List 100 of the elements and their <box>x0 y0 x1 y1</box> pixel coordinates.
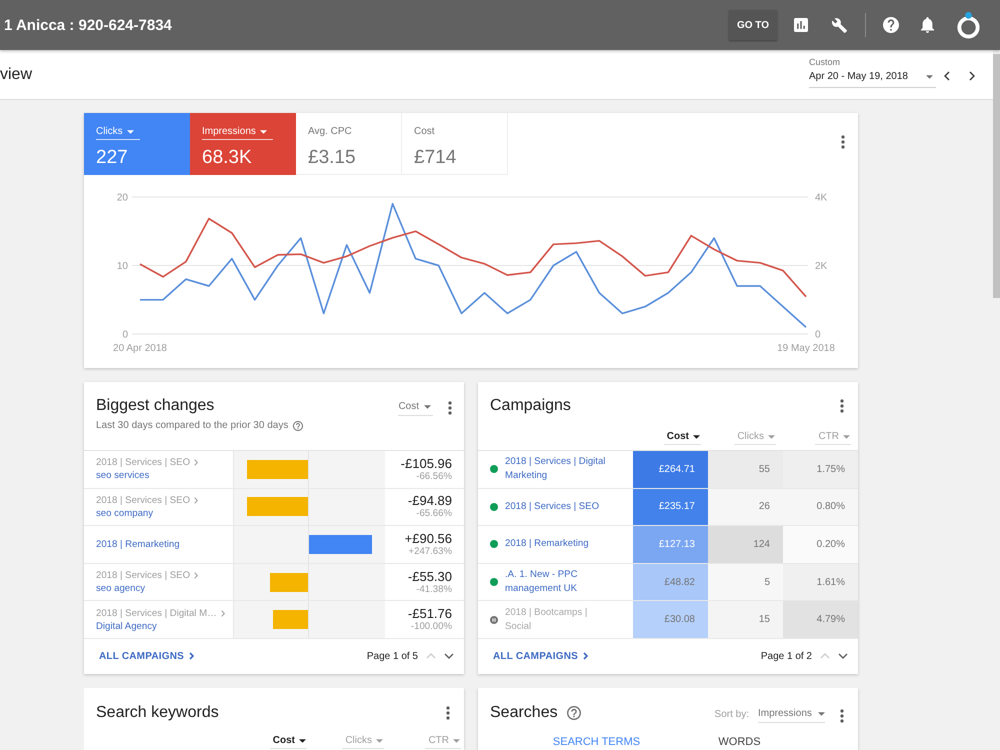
metric-tab[interactable]: Impressions 68.3K <box>190 113 296 175</box>
chevron-right-icon <box>194 459 198 466</box>
campaign-link[interactable]: 2018 | Remarketing <box>96 538 231 551</box>
change-amount: +£90.56 <box>404 530 452 546</box>
caret-icon <box>376 738 383 742</box>
page-title: view <box>0 66 32 84</box>
caret-icon <box>126 130 134 134</box>
table-cell: 1.75% <box>783 451 858 488</box>
page-indicator: Page 1 of 5 <box>366 650 418 662</box>
chevron-right-icon <box>220 610 225 617</box>
more-icon[interactable] <box>840 399 844 413</box>
bar-chart-icon[interactable] <box>794 18 808 32</box>
more-icon[interactable] <box>448 400 452 414</box>
bell-icon[interactable] <box>921 17 934 33</box>
date-range-label: Custom <box>809 57 842 68</box>
sort-header[interactable]: Clicks <box>342 734 384 749</box>
sort-label: Sort by: <box>714 709 749 720</box>
change-amount: -£94.89 <box>408 493 452 508</box>
campaign-link[interactable]: 2018 | Services | SEO <box>505 500 600 514</box>
axis-label: 20 Apr 2018 <box>113 343 167 354</box>
caret-icon <box>260 130 267 134</box>
card-title: Biggest changes <box>96 396 216 416</box>
axis-label: 2K <box>815 261 828 272</box>
account-title: 1 Anicca : 920-624-7834 <box>4 16 172 34</box>
all-campaigns-link[interactable]: ALL CAMPAIGNS <box>493 650 588 662</box>
caret-icon <box>768 434 775 438</box>
sort-dropdown[interactable]: Cost <box>398 399 433 416</box>
metric-tab[interactable]: Cost £714 <box>402 113 508 175</box>
sort-dropdown[interactable]: Impressions <box>758 706 825 723</box>
axis-label: 0 <box>122 330 128 340</box>
tab[interactable]: SEARCH TERMS <box>525 736 668 748</box>
scrollbar-thumb[interactable] <box>993 54 1000 298</box>
table-cell: 0.20% <box>783 526 858 563</box>
table-cell: 0.80% <box>783 488 858 526</box>
table-cell: £264.71 <box>633 451 708 488</box>
metric-dropdown[interactable]: Clicks <box>96 125 140 140</box>
sort-header[interactable]: Clicks <box>734 430 776 445</box>
table-cell: 5 <box>708 564 783 600</box>
ad-group-link[interactable]: seo agency <box>96 582 231 596</box>
card-subtitle: Last 30 days compared to the prior 30 days <box>96 419 288 433</box>
table-cell: 55 <box>708 451 783 488</box>
tab[interactable]: WORDS <box>668 736 811 748</box>
change-amount: -£51.76 <box>408 606 452 622</box>
change-amount: -£105.96 <box>400 456 452 471</box>
axis-label: 0 <box>815 330 821 340</box>
logo-icon[interactable] <box>955 12 982 38</box>
axis-label: 10 <box>116 261 128 272</box>
campaign-path: 2018 | Services | Digital M… <box>96 606 217 620</box>
wrench-icon[interactable] <box>832 18 847 32</box>
change-percent: -65.66% <box>416 508 452 520</box>
chevron-down-icon[interactable] <box>444 653 454 660</box>
more-icon[interactable] <box>840 709 844 723</box>
more-icon[interactable] <box>446 706 450 720</box>
change-percent: +247.63% <box>408 546 452 558</box>
metric-dropdown[interactable]: Impressions <box>202 125 273 140</box>
campaign-path: 2018 | Services | SEO <box>96 456 190 470</box>
caret-icon <box>843 434 850 438</box>
table-cell: £48.82 <box>633 564 708 600</box>
chevron-down-icon[interactable] <box>838 653 848 660</box>
caret-icon <box>926 74 933 78</box>
ad-group-link[interactable]: Digital Agency <box>96 620 231 633</box>
card-title: Campaigns <box>490 396 571 416</box>
help-icon[interactable] <box>293 421 304 431</box>
caret-icon <box>453 738 460 742</box>
sort-header[interactable]: CTR <box>815 430 851 445</box>
sort-header[interactable]: CTR <box>425 734 461 749</box>
campaign-link[interactable]: 2018 | Services | Digital Marketing <box>505 455 611 484</box>
help-icon[interactable] <box>566 706 581 720</box>
ad-group-link[interactable]: seo company <box>96 506 231 520</box>
chevron-right-icon[interactable] <box>969 70 975 80</box>
table-cell: £235.17 <box>633 488 708 526</box>
help-icon[interactable] <box>883 17 899 33</box>
campaign-path: 2018 | Services | SEO <box>96 494 190 507</box>
metric-tab[interactable]: Clicks 227 <box>84 113 190 175</box>
caret-icon <box>424 404 431 408</box>
ad-group-link[interactable]: seo services <box>96 469 231 482</box>
metric-tab[interactable]: Avg. CPC £3.15 <box>296 113 402 175</box>
card-title: Search keywords <box>96 703 219 723</box>
axis-label: 4K <box>815 192 828 204</box>
date-range-dropdown[interactable]: Apr 20 - May 19, 2018 <box>809 68 936 88</box>
caret-icon <box>818 712 825 716</box>
table-cell: 15 <box>708 601 783 638</box>
chevron-right-icon <box>194 496 198 504</box>
metric-label: Avg. CPC <box>308 125 352 139</box>
chevron-right-icon <box>194 572 198 580</box>
metric-value: £714 <box>414 147 456 169</box>
chevron-left-icon[interactable] <box>944 70 950 80</box>
all-campaigns-link[interactable]: ALL CAMPAIGNS <box>99 650 194 662</box>
more-icon[interactable] <box>841 135 845 149</box>
caret-icon <box>299 738 306 742</box>
campaign-path: 2018 | Services | SEO <box>96 569 190 582</box>
campaign-link[interactable]: .A. 1. New - PPC management UK <box>505 568 611 596</box>
sort-header[interactable]: Cost <box>270 734 307 749</box>
sort-header[interactable]: Cost <box>664 430 701 445</box>
go-to-button[interactable]: GO TO <box>729 10 777 40</box>
metric-value: 68.3K <box>202 147 252 169</box>
table-cell: 1.61% <box>783 564 858 600</box>
metric-value: £3.15 <box>308 147 356 169</box>
change-percent: -41.38% <box>416 584 452 596</box>
campaign-link[interactable]: 2018 | Remarketing <box>505 537 589 552</box>
